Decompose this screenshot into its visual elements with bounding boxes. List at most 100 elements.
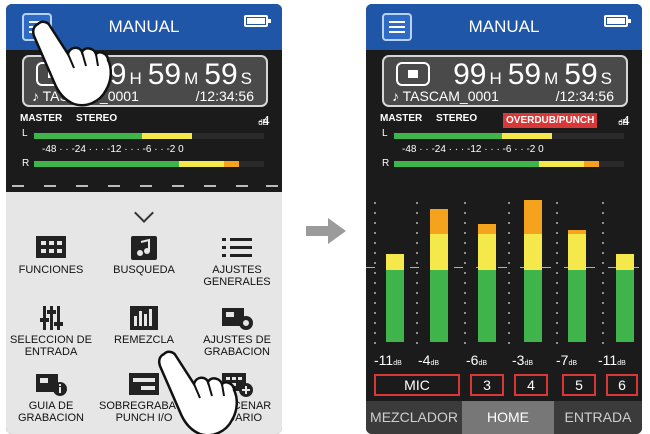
channel-r-label: R xyxy=(22,158,30,169)
menu-item-ajustes-generales[interactable]: AJUSTES GENERALES xyxy=(192,234,282,304)
tab-entrada[interactable]: ENTRADA xyxy=(554,401,642,434)
scale-dots xyxy=(374,198,376,344)
list-icon xyxy=(222,238,252,257)
chevron-down-icon[interactable] xyxy=(134,203,154,223)
channel-db-label: -3dB xyxy=(512,352,534,368)
menu-item-sobregrabacion[interactable]: SOBREGRABACION PUNCH I/O xyxy=(99,370,204,434)
scale-dots xyxy=(464,198,466,344)
meter-yellow xyxy=(430,234,448,270)
channel-fader-3[interactable] xyxy=(478,192,496,342)
screen-before: MANUAL 99 H 59 M 59 S ♪ TASCAM_0001 /12:34:56… xyxy=(6,4,282,434)
battery-icon xyxy=(604,15,631,27)
remix-icon xyxy=(130,306,158,330)
grid-plus-icon xyxy=(222,373,253,397)
meter-scale: -48 · · -24 · · · -12 · · · -6 · · -2 0 xyxy=(402,144,544,155)
master-meter: L -48 · · -24 · · · -12 · · · -6 · · -2 … xyxy=(382,128,630,170)
menu-item-seleccion-entrada[interactable]: SELECCION DE ENTRADA xyxy=(6,304,96,374)
remaining-time: /12:34:56 xyxy=(555,88,614,104)
input-4[interactable]: 4 xyxy=(514,374,548,396)
menu-item-guia-grabacion[interactable]: GUIA DE GRABACION xyxy=(6,370,96,434)
zero-line xyxy=(366,267,642,268)
scale-dots xyxy=(508,198,510,344)
page-title: MANUAL xyxy=(468,17,540,36)
master-row: MASTER STEREO OVERDUB/PUNCH -4 dB xyxy=(380,113,630,128)
tab-home[interactable]: HOME xyxy=(462,401,554,434)
master-label: MASTER xyxy=(20,113,63,124)
stereo-label: STEREO xyxy=(76,113,118,124)
bottom-tab-bar: MEZCLADOR HOME ENTRADA xyxy=(366,401,642,434)
meter-orange xyxy=(524,200,542,234)
channel-db-label: -4dB xyxy=(418,352,440,368)
input-mic[interactable]: MIC xyxy=(374,374,460,396)
channel-fader-1[interactable] xyxy=(386,192,404,342)
stereo-label: STEREO xyxy=(436,113,478,124)
master-level: -4 dB xyxy=(618,113,630,128)
scale-dots xyxy=(602,198,604,344)
music-note-icon xyxy=(131,236,157,260)
master-label: MASTER xyxy=(380,113,423,124)
battery-icon xyxy=(244,15,271,27)
overdub-badge: OVERDUB/PUNCH xyxy=(503,113,598,128)
channel-fader-4[interactable] xyxy=(524,192,542,342)
tab-mezclador[interactable]: MEZCLADOR xyxy=(366,401,462,434)
stop-icon[interactable] xyxy=(396,62,430,86)
channel-fader-5[interactable] xyxy=(568,192,586,342)
meter-peak xyxy=(386,266,404,270)
channel-r-label: R xyxy=(382,158,390,169)
grid-icon xyxy=(36,236,66,258)
input-select-icon xyxy=(40,306,63,330)
remaining-time: /12:34:56 xyxy=(195,88,254,104)
channel-l-label: L xyxy=(22,128,28,139)
meter-r xyxy=(34,161,264,167)
scale-dots xyxy=(556,198,558,344)
scale-dots xyxy=(416,198,418,344)
page-title: MANUAL xyxy=(108,17,180,36)
divider xyxy=(6,185,282,187)
file-name: ♪ TASCAM_0001 xyxy=(392,88,499,104)
meter-yellow xyxy=(568,234,586,270)
input-5[interactable]: 5 xyxy=(562,374,596,396)
top-bar: MANUAL xyxy=(366,4,642,50)
menu-item-busqueda[interactable]: BUSQUEDA xyxy=(99,234,189,304)
transport-panel: 99 H 59 M 59 S ♪ TASCAM_0001 /12:34:56 xyxy=(382,55,628,107)
meter-r xyxy=(394,161,624,167)
top-bar: MANUAL xyxy=(6,4,282,50)
overdub-icon xyxy=(129,373,159,395)
input-6[interactable]: 6 xyxy=(606,374,638,396)
elapsed-time: 99 H 59 M 59 S xyxy=(453,58,612,91)
meter-green xyxy=(616,270,634,342)
channel-fader-6[interactable] xyxy=(616,192,634,342)
menu-item-remezcla[interactable]: REMEZCLA xyxy=(99,304,189,374)
menu-item-almacenar-usuario[interactable]: ALMACENAR USUARIO xyxy=(192,370,282,434)
menu-item-funciones[interactable]: FUNCIONES xyxy=(6,234,96,304)
meter-green xyxy=(524,270,542,342)
meter-l xyxy=(34,133,264,139)
arrow-right-icon xyxy=(306,218,346,244)
channel-db-label: -11dB xyxy=(598,352,626,368)
screen-after: MANUAL 99 H 59 M 59 S ♪ TASCAM_0001 /12:34:56… xyxy=(366,4,642,434)
meter-yellow xyxy=(524,234,542,270)
channel-fader-2[interactable] xyxy=(430,192,448,342)
function-menu: FUNCIONES BUSQUEDA AJUSTES GENERALES SEL… xyxy=(6,192,282,434)
meter-green xyxy=(568,270,586,342)
channel-db-label: -11dB xyxy=(374,352,402,368)
stop-icon[interactable] xyxy=(36,62,70,86)
meter-peak xyxy=(616,266,634,270)
meter-green xyxy=(478,270,496,342)
meter-yellow xyxy=(478,234,496,270)
menu-item-ajustes-grabacion[interactable]: AJUSTES DE GRABACION xyxy=(192,304,282,374)
meter-orange xyxy=(568,229,586,234)
meter-scale: -48 · · -24 · · · -12 · · · -6 · · -2 0 xyxy=(42,144,184,155)
master-level: -4 dB xyxy=(258,113,270,128)
elapsed-time: 99 H 59 M 59 S xyxy=(93,58,252,91)
file-name: ♪ TASCAM_0001 xyxy=(32,88,139,104)
channel-db-label: -7dB xyxy=(556,352,578,368)
meter-orange xyxy=(478,224,496,234)
meter-green xyxy=(386,270,404,342)
channel-l-label: L xyxy=(382,128,388,139)
camera-gear-icon xyxy=(222,308,253,330)
input-3[interactable]: 3 xyxy=(470,374,504,396)
mixer-panel: -11dB -4dB -6dB -3dB -7dB -11dB xyxy=(366,192,642,392)
master-meter: L -48 · · -24 · · · -12 · · · -6 · · -2 … xyxy=(22,128,270,170)
channel-db-label: -6dB xyxy=(466,352,488,368)
